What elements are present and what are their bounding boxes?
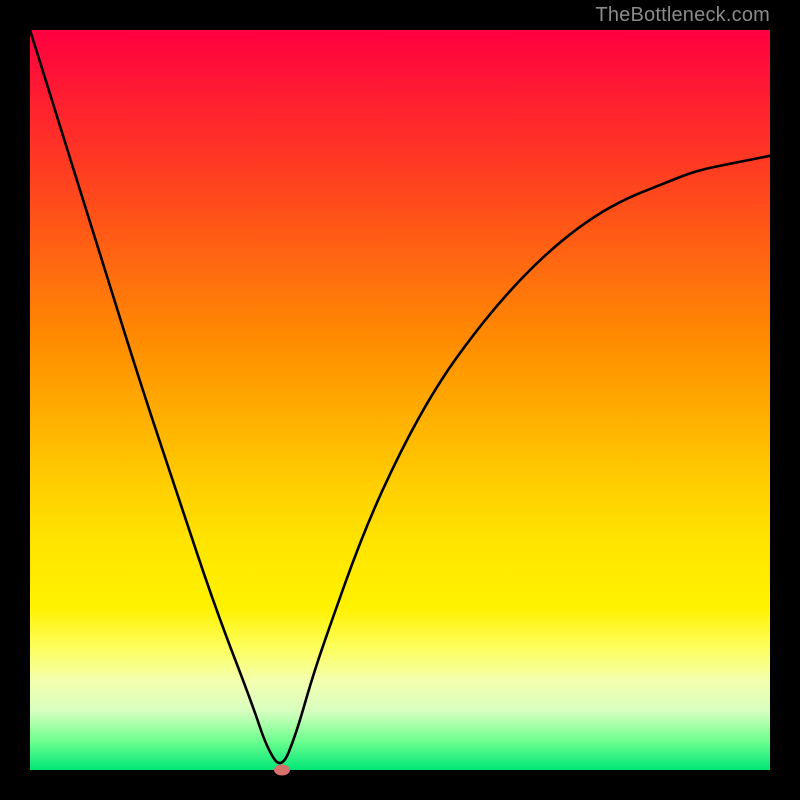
curve-svg	[30, 30, 770, 770]
watermark-text: TheBottleneck.com	[595, 4, 770, 27]
min-marker	[274, 765, 290, 776]
plot-area	[30, 30, 770, 770]
chart-frame: TheBottleneck.com	[0, 0, 800, 800]
bottleneck-curve	[30, 30, 770, 763]
